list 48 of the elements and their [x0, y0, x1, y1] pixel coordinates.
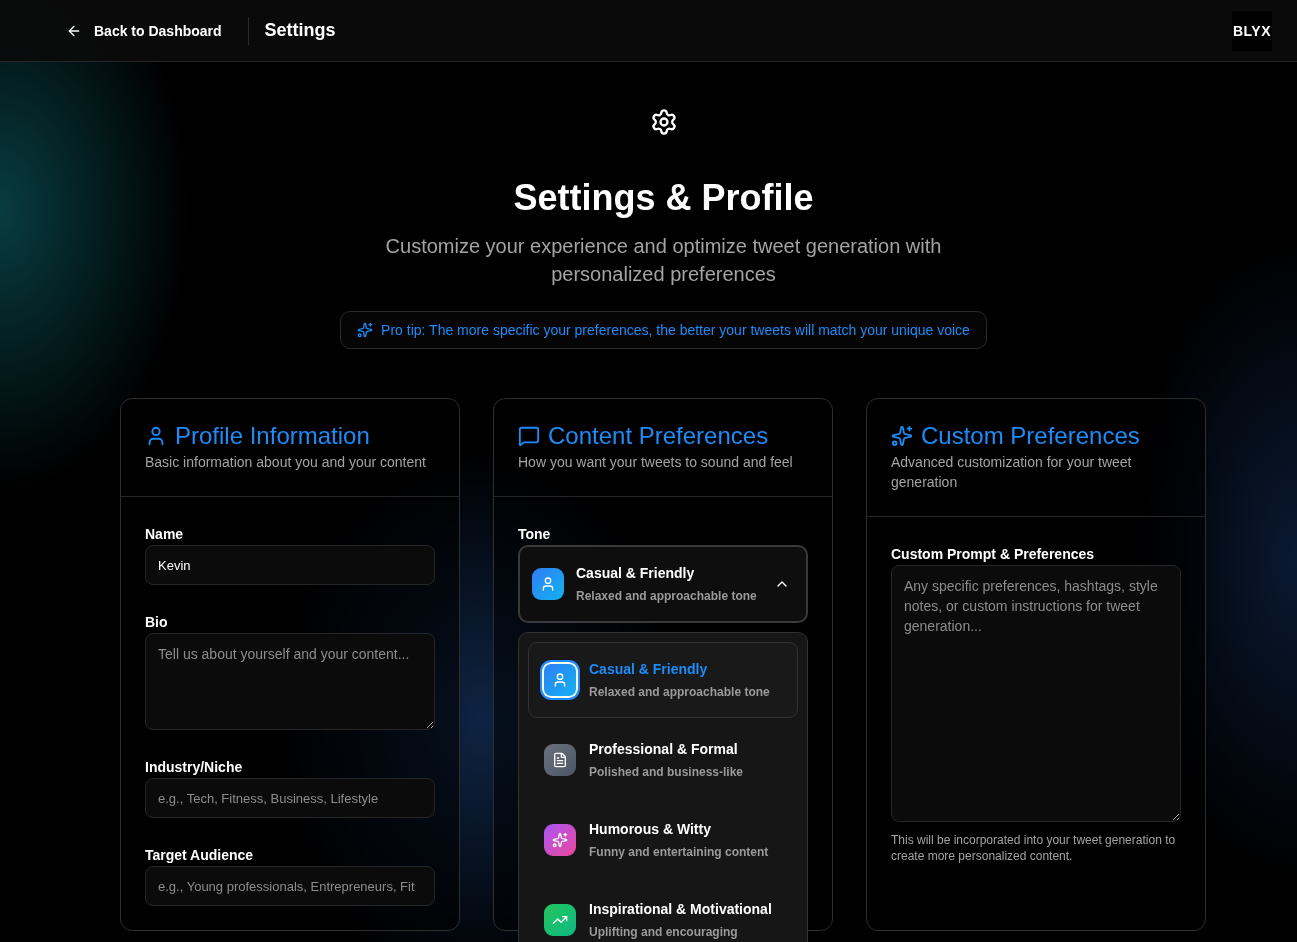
help-text: This will be incorporated into your tweet generation to create more personalized content. [891, 832, 1177, 864]
back-link[interactable]: Back to Dashboard [64, 18, 224, 43]
card-title: Custom Preferences [921, 421, 1140, 451]
text-field[interactable]: Kevin [145, 545, 435, 585]
option-description: Polished and business-like [589, 764, 744, 780]
field-label: Industry/Niche [145, 758, 244, 776]
tip-text: Pro tip: The more specific your preferences, the better your tweets will match your unique voice [381, 322, 970, 338]
text-area[interactable]: Tell us about yourself and your content... [145, 633, 435, 730]
field-label: Target Audience [145, 846, 255, 864]
card-title: Profile Information [175, 421, 370, 451]
card-description: How you want your tweets to sound and feel [518, 453, 794, 472]
sparkle-icon [357, 322, 374, 338]
field-label: Name [145, 525, 185, 543]
document-icon [544, 744, 576, 776]
dropdown-option[interactable]: Humorous & Witty Funny and entertaining content [528, 802, 798, 878]
trend-up-icon [544, 904, 576, 936]
option-title: Inspirational & Motivational [589, 900, 772, 918]
dropdown-option[interactable]: Inspirational & Motivational Uplifting and encouraging [528, 882, 798, 942]
user-icon [540, 660, 580, 700]
option-description: Relaxed and approachable tone [589, 684, 770, 700]
dropdown-option[interactable]: Casual & Friendly Relaxed and approachable tone [528, 642, 798, 718]
text-area[interactable]: Any specific preferences, hashtags, style notes, or custom instructions for tweet generation... [891, 565, 1181, 822]
subtitle: Customize your experience and optimize tweet generation with personalized preferences [384, 234, 943, 287]
option-description: Funny and entertaining content [589, 844, 769, 860]
text-field[interactable]: e.g., Tech, Fitness, Business, Lifestyle [145, 778, 435, 818]
heading: Settings & Profile [513, 176, 814, 220]
card-title: Content Preferences [548, 421, 769, 451]
option-description: Uplifting and encouraging [589, 924, 739, 940]
card-description: Basic information about you and your content [145, 453, 427, 472]
field-label: Custom Prompt & Preferences [891, 545, 1096, 563]
dropdown-option[interactable]: Professional & Formal Polished and business-like [528, 722, 798, 798]
sparkle-icon [544, 824, 576, 856]
settings-icon [649, 108, 678, 136]
logo: BLYX [1232, 10, 1272, 51]
option-title: Humorous & Witty [589, 820, 712, 838]
option-title: Professional & Formal [589, 740, 739, 758]
sparkle-icon [891, 425, 913, 447]
dropdown-select[interactable]: Casual & Friendly Relaxed and approachable tone [518, 545, 808, 623]
field-label: Tone [518, 525, 552, 543]
field-label: Bio [145, 613, 169, 631]
user-icon [532, 568, 564, 600]
option-description: Relaxed and approachable tone [576, 588, 757, 604]
text-field[interactable]: e.g., Young professionals, Entrepreneurs, Fit [145, 866, 435, 906]
page-title: Settings [264, 20, 336, 41]
card-description: Advanced customization for your tweet generation [891, 453, 1133, 492]
speech-bubble-icon [518, 425, 540, 447]
option-title: Casual & Friendly [589, 660, 709, 678]
option-title: Casual & Friendly [576, 564, 696, 582]
